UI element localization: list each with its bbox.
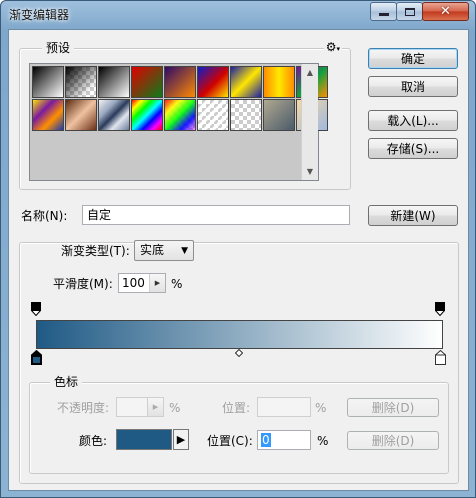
preset-swatch[interactable] xyxy=(32,66,64,98)
dialog-body: 预设 ⚙▾ ▲ ▼ 确定 取消 载入(L)... 存储(S)... 名称(N):… xyxy=(8,29,469,491)
close-icon: ✕ xyxy=(440,4,451,19)
color-delete-button: 删除(D) xyxy=(347,431,439,450)
color-location-label: 位置(C): xyxy=(207,434,253,448)
color-stops-group: 色标 xyxy=(29,375,449,474)
close-button[interactable]: ✕ xyxy=(422,2,469,21)
preset-swatch[interactable] xyxy=(230,66,262,98)
maximize-icon xyxy=(404,7,415,16)
color-stop-right[interactable] xyxy=(435,350,446,365)
preset-swatch[interactable] xyxy=(65,99,97,131)
opacity-location-unit: % xyxy=(315,401,327,415)
window-title: 渐变编辑器 xyxy=(9,8,70,22)
smoothness-label: 平滑度(M): xyxy=(53,277,113,291)
preset-swatch[interactable] xyxy=(197,66,229,98)
minimize-icon xyxy=(378,13,389,16)
scroll-up-icon[interactable]: ▲ xyxy=(302,64,318,81)
chevron-down-icon: ▼ xyxy=(181,246,188,256)
load-button[interactable]: 载入(L)... xyxy=(368,110,458,131)
color-menu-arrow-icon[interactable]: ▶ xyxy=(173,429,189,450)
preset-swatch[interactable] xyxy=(131,66,163,98)
preset-swatch-grid: ▲ ▼ xyxy=(29,63,328,181)
opacity-label: 不透明度: xyxy=(57,401,110,415)
preset-swatch[interactable] xyxy=(230,99,262,131)
gradient-type-select[interactable]: 实底 ▼ xyxy=(134,240,194,261)
maximize-button[interactable] xyxy=(396,2,423,21)
smoothness-input[interactable]: 100 ▶ xyxy=(118,273,166,293)
smoothness-value: 100 xyxy=(122,276,145,290)
gradient-editor-window: 渐变编辑器 ✕ 预设 ⚙▾ ▲ ▼ 确定 取消 载入(L)... 存储(S)..… xyxy=(0,0,476,498)
opacity-dropdown-icon: ▶ xyxy=(147,398,163,416)
minimize-button[interactable] xyxy=(370,2,397,21)
stop-color-swatch[interactable] xyxy=(116,429,172,450)
scroll-down-icon[interactable]: ▼ xyxy=(302,163,318,180)
color-label: 颜色: xyxy=(79,434,108,448)
preset-swatch[interactable] xyxy=(197,99,229,131)
new-button[interactable]: 新建(W) xyxy=(368,205,458,226)
preset-swatch[interactable] xyxy=(32,99,64,131)
smoothness-dropdown-icon[interactable]: ▶ xyxy=(149,274,165,292)
opacity-stop-left[interactable] xyxy=(31,302,41,316)
color-stops-label: 色标 xyxy=(50,375,83,389)
gradient-preview-bar[interactable] xyxy=(36,320,443,349)
preset-swatch[interactable] xyxy=(164,66,196,98)
gradient-type-label: 渐变类型(T): xyxy=(59,244,132,258)
smoothness-unit: % xyxy=(171,277,183,291)
preset-swatch[interactable] xyxy=(131,99,163,131)
name-input[interactable]: 自定 xyxy=(82,205,350,225)
preset-swatch[interactable] xyxy=(263,66,295,98)
save-button[interactable]: 存储(S)... xyxy=(368,138,458,159)
name-label: 名称(N): xyxy=(21,209,68,223)
presets-label: 预设 xyxy=(42,41,75,55)
opacity-delete-button: 删除(D) xyxy=(347,398,439,417)
preset-swatch[interactable] xyxy=(263,99,295,131)
opacity-location-input xyxy=(257,397,311,417)
preset-swatch[interactable] xyxy=(98,66,130,98)
color-location-value: 0 xyxy=(261,433,271,447)
preset-swatch[interactable] xyxy=(164,99,196,131)
color-stop-left[interactable] xyxy=(31,350,42,365)
title-bar[interactable]: 渐变编辑器 ✕ xyxy=(1,1,475,27)
color-location-input[interactable]: 0 xyxy=(257,430,311,450)
preset-scrollbar[interactable]: ▲ ▼ xyxy=(301,64,318,180)
ok-button[interactable]: 确定 xyxy=(368,48,458,69)
gear-icon[interactable]: ⚙▾ xyxy=(323,40,342,56)
opacity-location-label: 位置: xyxy=(222,401,251,415)
preset-swatch[interactable] xyxy=(65,66,97,98)
color-location-unit: % xyxy=(317,434,329,448)
gradient-type-value: 实底 xyxy=(140,243,165,257)
opacity-unit: % xyxy=(169,401,181,415)
preset-swatch[interactable] xyxy=(98,99,130,131)
opacity-input: ▶ xyxy=(116,397,164,417)
opacity-stop-right[interactable] xyxy=(435,302,445,316)
cancel-button[interactable]: 取消 xyxy=(368,76,458,97)
midpoint-diamond-icon[interactable] xyxy=(235,349,243,357)
